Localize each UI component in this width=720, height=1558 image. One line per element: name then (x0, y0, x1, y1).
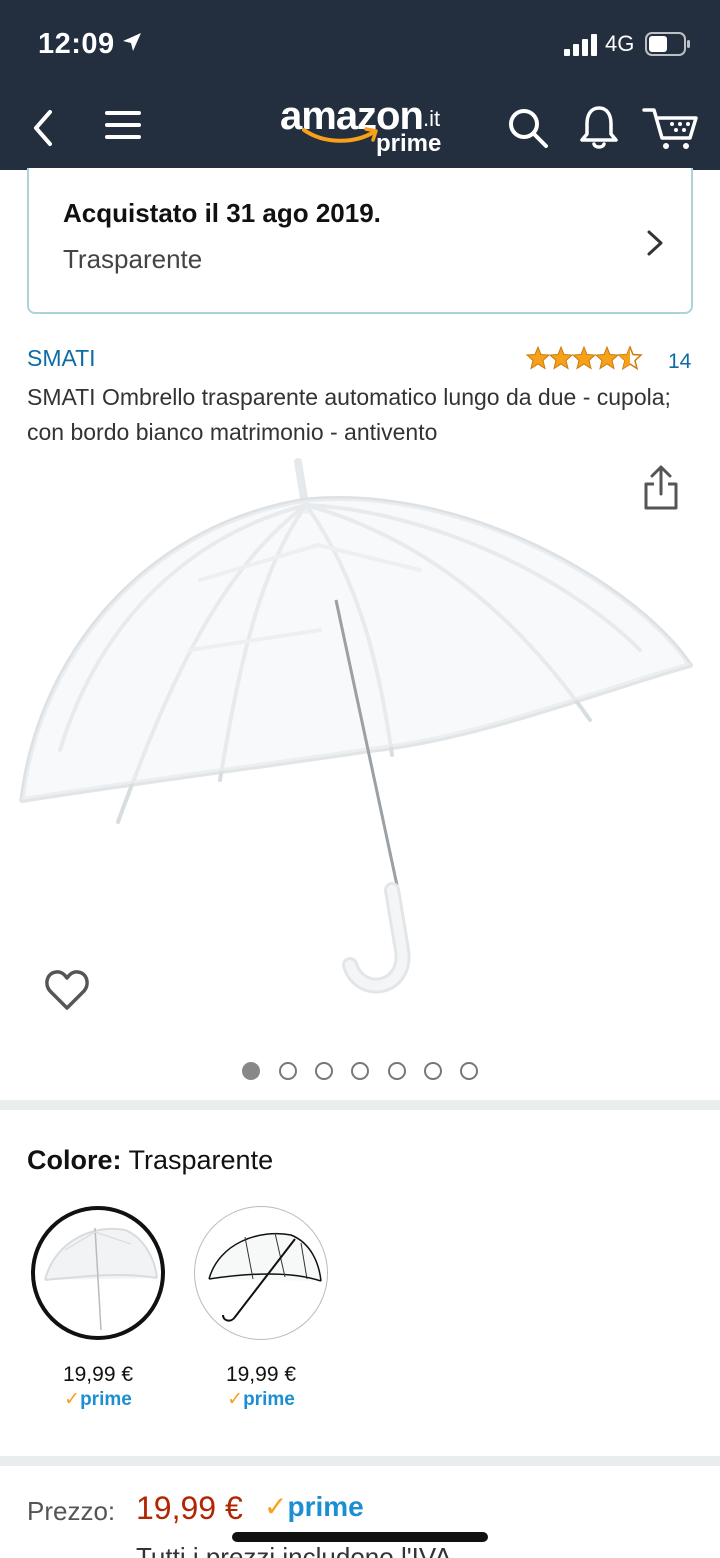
star-icon (571, 346, 597, 370)
logo-tld: .it (423, 106, 441, 131)
rating-stars[interactable] (526, 346, 644, 370)
menu-icon[interactable] (104, 108, 142, 142)
section-divider (0, 1456, 720, 1466)
purchase-history-card[interactable]: Acquistato il 31 ago 2019. Trasparente (27, 168, 693, 314)
page-dot-2[interactable] (279, 1062, 297, 1080)
heart-icon[interactable] (44, 968, 90, 1012)
home-indicator[interactable] (232, 1532, 488, 1542)
option-1-prime-label: prime (80, 1389, 132, 1410)
option-2-prime-label: prime (243, 1389, 295, 1410)
star-icon (594, 346, 620, 370)
bell-icon[interactable] (578, 104, 620, 150)
amazon-prime-logo[interactable]: amazon .it prime (280, 94, 450, 164)
back-icon[interactable] (30, 108, 56, 148)
page-dot-7[interactable] (460, 1062, 478, 1080)
status-time: 12:09 (38, 28, 115, 60)
signal-icon (564, 34, 597, 56)
option-2-price: 19,99 € (225, 1363, 297, 1386)
share-icon[interactable] (640, 464, 682, 512)
review-count[interactable]: 14 (668, 350, 691, 374)
section-divider (0, 1100, 720, 1110)
purchase-date: Acquistato il 31 ago 2019. (63, 198, 381, 228)
image-pagination (242, 1062, 482, 1084)
color-label-key: Colore: (27, 1145, 122, 1175)
color-label: Colore: Trasparente (27, 1145, 273, 1176)
chevron-right-icon (647, 230, 663, 256)
logo-prime: prime (376, 130, 442, 157)
network-type: 4G (605, 31, 635, 56)
page-dot-1[interactable] (242, 1062, 260, 1080)
price-prime-badge: ✓prime (264, 1491, 364, 1522)
price-label: Prezzo: (27, 1496, 116, 1526)
cart-icon[interactable] (642, 102, 700, 150)
option-1-price: 19,99 € (62, 1363, 134, 1386)
swatch-image-clear (44, 1227, 158, 1331)
star-icon (526, 346, 551, 370)
swatch-image-black (208, 1232, 322, 1322)
battery-icon (645, 32, 690, 56)
search-icon[interactable] (506, 106, 550, 150)
top-bar: 12:09 4G amazon .it prime (0, 0, 720, 170)
color-option[interactable] (194, 1206, 328, 1340)
star-icon (548, 346, 574, 370)
option-2-prime: ✓prime (227, 1389, 295, 1410)
page-dot-5[interactable] (388, 1062, 406, 1080)
price-prime-label: prime (287, 1491, 364, 1522)
brand-link[interactable]: SMATI (27, 345, 96, 372)
product-title: SMATI Ombrello trasparente automatico lu… (27, 384, 671, 445)
logo-smile-icon (302, 127, 378, 143)
purchase-variant: Trasparente (63, 244, 203, 274)
page-dot-6[interactable] (424, 1062, 442, 1080)
color-option-selected[interactable] (31, 1206, 165, 1340)
location-arrow-icon (123, 33, 141, 51)
color-label-value: Trasparente (128, 1145, 274, 1175)
product-image[interactable] (0, 450, 720, 1060)
option-1-prime: ✓prime (64, 1389, 132, 1410)
page-dot-4[interactable] (351, 1062, 369, 1080)
status-bar: 12:09 4G (0, 0, 720, 90)
vat-note: Tutti i prezzi includono l'IVA. (136, 1542, 459, 1558)
price-value: 19,99 € (136, 1490, 243, 1526)
page-dot-3[interactable] (315, 1062, 333, 1080)
